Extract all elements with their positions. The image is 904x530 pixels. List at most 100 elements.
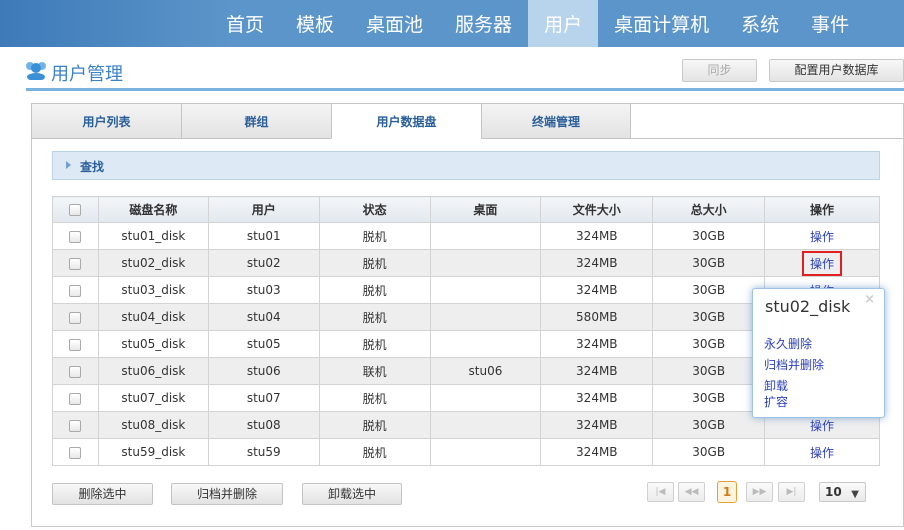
row-checkbox[interactable] [69,419,82,432]
page-size-select[interactable]: 10 ▼ [819,482,866,502]
total-size-cell: 30GB [652,384,766,412]
nav-item[interactable]: 桌面池 [350,0,439,47]
last-page-icon[interactable]: ▶| [778,482,805,502]
row-checkbox[interactable] [69,338,82,351]
table-row[interactable]: stu01_disk stu01 脱机 324MB 30GB 操作 [52,222,880,250]
row-action-link[interactable]: 操作 [810,446,834,460]
file-size-cell: 324MB [540,357,654,385]
chevron-down-icon: ▼ [851,489,859,500]
menu-item-permanent-delete[interactable]: 永久删除 [764,335,812,352]
desktop-cell [429,411,542,439]
desktop-cell [429,222,542,250]
total-size-cell: 30GB [652,276,766,304]
nav-item[interactable]: 桌面计算机 [598,0,725,47]
column-header-disk-name[interactable]: 磁盘名称 [97,196,209,223]
delete-selected-button[interactable]: 删除选中 [52,483,153,505]
select-all-checkbox[interactable] [69,204,82,216]
status-cell: 联机 [318,357,431,385]
file-size-cell: 324MB [540,384,654,412]
first-page-icon[interactable]: |◀ [647,482,674,502]
disk-name-cell: stu07_disk [97,384,209,412]
status-cell: 脱机 [318,330,431,358]
row-action-link[interactable]: 操作 [810,419,834,433]
row-action-link[interactable]: 操作 [810,230,834,244]
row-select-cell [52,357,99,385]
status-cell: 脱机 [318,438,431,466]
file-size-cell: 324MB [540,438,654,466]
row-checkbox[interactable] [69,446,82,459]
column-header-actions: 操作 [764,196,880,223]
menu-item-expand[interactable]: 扩容 [764,393,788,410]
file-size-cell: 580MB [540,303,654,331]
actions-cell: 操作 [764,222,880,250]
row-select-cell [52,222,99,250]
tab-terminal-management[interactable]: 终端管理 [481,103,631,139]
row-checkbox[interactable] [69,257,82,270]
user-cell: stu03 [207,276,320,304]
config-user-db-button[interactable]: 配置用户数据库 [769,59,904,82]
disk-name-cell: stu04_disk [97,303,209,331]
user-cell: stu07 [207,384,320,412]
row-checkbox[interactable] [69,365,82,378]
total-size-cell: 30GB [652,438,766,466]
popup-title: stu02_disk [765,297,851,316]
tab-groups[interactable]: 群组 [181,103,331,139]
tab-user-list[interactable]: 用户列表 [31,103,181,139]
user-cell: stu59 [207,438,320,466]
disk-actions-popup: stu02_disk × 永久删除 归档并删除 卸载 扩容 [752,288,885,418]
menu-item-unmount[interactable]: 卸载 [764,377,788,394]
desktop-cell: stu06 [429,357,542,385]
file-size-cell: 324MB [540,411,654,439]
close-icon[interactable]: × [864,292,875,307]
total-size-cell: 30GB [652,222,766,250]
file-size-cell: 324MB [540,222,654,250]
prev-page-icon[interactable]: ◀◀ [678,482,705,502]
row-checkbox[interactable] [69,230,82,243]
disk-name-cell: stu02_disk [97,249,209,277]
tab-user-data-disk[interactable]: 用户数据盘 [331,103,481,139]
row-checkbox[interactable] [69,311,82,324]
unmount-selected-button[interactable]: 卸载选中 [302,483,402,505]
user-cell: stu08 [207,411,320,439]
header-divider [26,88,904,91]
menu-item-archive-delete[interactable]: 归档并删除 [764,356,824,373]
search-label: 查找 [80,160,105,174]
sync-button[interactable]: 同步 [682,59,757,82]
nav-item[interactable]: 模板 [280,0,350,47]
nav-item[interactable]: 首页 [210,0,280,47]
archive-delete-button[interactable]: 归档并删除 [171,483,283,505]
status-cell: 脱机 [318,249,431,277]
row-select-cell [52,330,99,358]
row-action-link[interactable]: 操作 [802,250,843,276]
expand-arrow-icon [66,161,71,169]
current-page[interactable]: 1 [717,481,737,503]
column-header-user[interactable]: 用户 [207,196,320,223]
column-header-desktop[interactable]: 桌面 [429,196,542,223]
row-select-cell [52,249,99,277]
table-row[interactable]: stu02_disk stu02 脱机 324MB 30GB 操作 [52,249,880,277]
row-select-cell [52,411,99,439]
column-header-file-size[interactable]: 文件大小 [540,196,654,223]
status-cell: 脱机 [318,276,431,304]
column-header-total-size[interactable]: 总大小 [652,196,766,223]
nav-item[interactable]: 事件 [795,0,865,47]
select-all-cell [52,196,99,223]
nav-item[interactable]: 服务器 [439,0,528,47]
user-cell: stu06 [207,357,320,385]
row-checkbox[interactable] [69,392,82,405]
row-checkbox[interactable] [69,284,82,297]
disk-name-cell: stu01_disk [97,222,209,250]
page-title: 用户管理 [51,64,123,85]
nav-item[interactable]: 用户 [528,0,599,47]
nav-item[interactable]: 系统 [725,0,795,47]
row-select-cell [52,276,99,304]
actions-cell: 操作 [764,249,880,277]
column-header-status[interactable]: 状态 [318,196,431,223]
table-row[interactable]: stu59_disk stu59 脱机 324MB 30GB 操作 [52,438,880,466]
status-cell: 脱机 [318,222,431,250]
row-select-cell [52,303,99,331]
top-navigation: 首页 模板 桌面池 服务器 用户 桌面计算机 系统 事件 [0,0,904,47]
file-size-cell: 324MB [540,249,654,277]
next-page-icon[interactable]: ▶▶ [746,482,773,502]
search-section-toggle[interactable]: 查找 [52,151,880,180]
